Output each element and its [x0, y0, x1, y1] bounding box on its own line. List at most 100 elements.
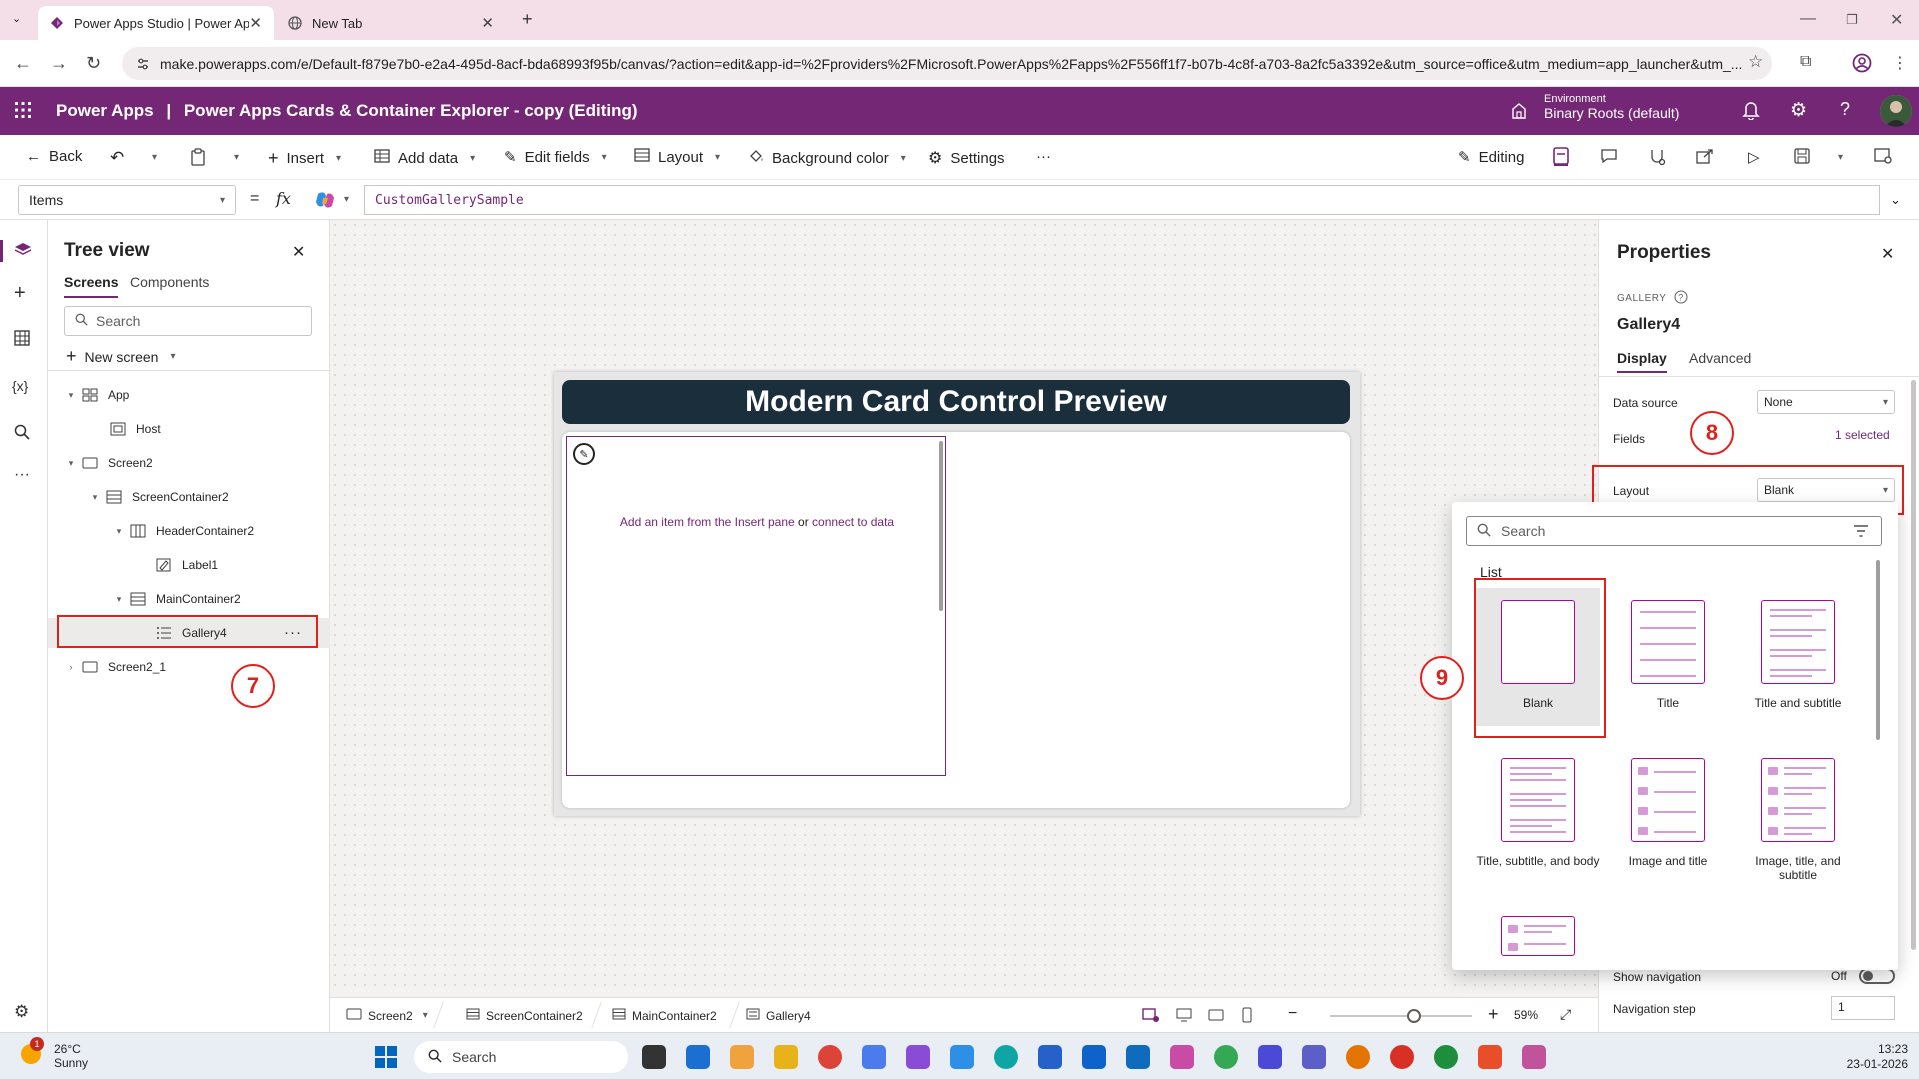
chrome-profile-icon[interactable] — [1214, 1045, 1238, 1069]
microsoft-365-icon[interactable] — [862, 1045, 886, 1069]
zoom-out-button[interactable]: − — [1288, 1005, 1297, 1023]
breadcrumb-maincontainer2[interactable]: MainContainer2 — [612, 1008, 717, 1023]
properties-scrollbar[interactable] — [1911, 380, 1916, 950]
view-mode-icon[interactable] — [1142, 1007, 1160, 1026]
share-icon[interactable] — [1696, 148, 1714, 164]
add-data-button[interactable]: Add data ▾ — [374, 148, 475, 168]
phone-preview-icon[interactable] — [1242, 1007, 1252, 1026]
environment-picker[interactable]: Environment Binary Roots (default) — [1544, 93, 1774, 121]
restore-icon[interactable]: ❐ — [1846, 12, 1858, 28]
tab-screens[interactable]: Screens — [64, 274, 119, 298]
paste-chevron-icon[interactable]: ▾ — [234, 152, 239, 163]
zoom-slider-thumb[interactable] — [1406, 1009, 1421, 1023]
save-icon[interactable] — [1794, 148, 1810, 164]
expand-chevron-icon[interactable]: ▾ — [112, 526, 126, 537]
edit-fields-button[interactable]: ✎ Edit fields ▾ — [504, 148, 607, 167]
play-preview-icon[interactable]: ▷ — [1748, 148, 1760, 166]
layout-option-image-and-title[interactable]: Image and title — [1606, 758, 1730, 868]
publish-icon[interactable] — [1874, 148, 1892, 164]
file-explorer-icon[interactable] — [774, 1045, 798, 1069]
insert-pane-link[interactable]: Add an item from the Insert pane — [620, 515, 795, 529]
close-icon[interactable]: ✕ — [292, 242, 305, 262]
settings-gear-icon[interactable]: ⚙ — [1790, 99, 1807, 122]
connect-to-data-link[interactable]: connect to data — [812, 515, 894, 529]
zoom-level[interactable]: 59% — [1514, 1008, 1538, 1022]
user-avatar[interactable] — [1880, 95, 1912, 127]
formula-input[interactable]: CustomGallerySample — [364, 185, 1880, 215]
windows-start-icon[interactable] — [374, 1045, 398, 1072]
vs-code-icon[interactable] — [950, 1045, 974, 1069]
show-navigation-toggle[interactable] — [1859, 968, 1895, 984]
design-canvas[interactable]: Modern Card Control Preview ✎ Add an ite… — [330, 220, 1598, 990]
task-view-icon[interactable] — [642, 1045, 666, 1069]
layout-search-input[interactable]: Search — [1466, 516, 1882, 546]
url-field[interactable]: make.powerapps.com/e/Default-f879e7b0-e2… — [122, 47, 1772, 80]
fields-selected-link[interactable]: 1 selected — [1835, 428, 1890, 442]
layout-option-title-subtitle-body[interactable]: Title, subtitle, and body — [1476, 758, 1600, 868]
new-screen-button[interactable]: + New screen ▾ — [66, 346, 175, 367]
expand-chevron-icon[interactable]: ▾ — [112, 594, 126, 605]
breadcrumb-screen2[interactable]: Screen2 ▾ — [346, 1008, 428, 1023]
chrome-profile-4-icon[interactable] — [1434, 1045, 1458, 1069]
extensions-icon[interactable]: ⧉ — [1800, 53, 1811, 71]
background-color-button[interactable]: Background color ▾ — [748, 148, 906, 168]
tree-node-host[interactable]: Host — [48, 414, 330, 444]
paste-button[interactable] — [190, 148, 206, 170]
layout-button[interactable]: Layout ▾ — [634, 148, 720, 166]
tree-node-headercontainer2[interactable]: ▾ HeaderContainer2 — [48, 516, 330, 546]
teams-icon[interactable] — [1302, 1045, 1326, 1069]
header-label[interactable]: Modern Card Control Preview — [562, 380, 1350, 424]
gallery-control[interactable]: ✎ Add an item from the Insert pane or co… — [566, 436, 946, 776]
tab-list-chevron-icon[interactable]: ⌄ — [12, 12, 21, 25]
breadcrumb-gallery4[interactable]: Gallery4 — [746, 1008, 811, 1023]
chrome-profile-2-icon[interactable] — [1346, 1045, 1370, 1069]
more-commands-button[interactable]: ··· — [1036, 148, 1051, 165]
chrome-icon[interactable] — [818, 1045, 842, 1069]
expand-chevron-icon[interactable]: ▾ — [64, 458, 78, 469]
help-question-icon[interactable]: ? — [1840, 99, 1850, 120]
data-table-icon[interactable] — [14, 330, 30, 351]
office-icon[interactable] — [1478, 1045, 1502, 1069]
expand-chevron-icon[interactable]: ▾ — [64, 390, 78, 401]
collapse-chevron-icon[interactable]: › — [64, 662, 78, 672]
minimize-icon[interactable]: — — [1800, 10, 1816, 28]
tab-components[interactable]: Components — [130, 274, 209, 296]
tree-node-maincontainer2[interactable]: ▾ MainContainer2 — [48, 584, 330, 614]
tab-display[interactable]: Display — [1617, 350, 1667, 373]
profile-icon[interactable] — [1852, 53, 1872, 76]
edit-gallery-pencil-icon[interactable]: ✎ — [573, 443, 595, 465]
notepad-icon[interactable] — [1258, 1045, 1282, 1069]
desktop-preview-icon[interactable] — [1176, 1008, 1192, 1025]
more-options-icon[interactable]: ··· — [14, 466, 30, 484]
fit-to-window-icon[interactable]: ⤢ — [1560, 1006, 1571, 1023]
expand-chevron-icon[interactable]: ▾ — [88, 492, 102, 503]
save-chevron-icon[interactable]: ▾ — [1838, 152, 1843, 163]
property-dropdown[interactable]: Items ▾ — [18, 185, 236, 215]
tree-node-screen2-1[interactable]: › Screen2_1 — [48, 652, 330, 682]
undo-chevron-icon[interactable]: ▾ — [152, 152, 157, 163]
copilot-icon[interactable] — [314, 190, 336, 213]
chrome-profile-3-icon[interactable] — [1390, 1045, 1414, 1069]
browser-tab-power-apps[interactable]: Power Apps Studio | Power Apps ✕ — [38, 6, 274, 40]
taskbar-search-box[interactable]: Search — [414, 1041, 628, 1073]
app-launcher-waffle-icon[interactable] — [14, 101, 32, 122]
comments-icon[interactable] — [1600, 148, 1618, 164]
zoom-in-button[interactable]: + — [1488, 1004, 1499, 1025]
browser-tab-new-tab[interactable]: New Tab ✕ — [276, 6, 506, 40]
copilot-taskbar-icon[interactable] — [1170, 1045, 1194, 1069]
edge-icon[interactable] — [994, 1045, 1018, 1069]
insert-plus-icon[interactable]: + — [14, 282, 26, 305]
navigation-step-input[interactable]: 1 — [1831, 996, 1895, 1020]
outlook-icon[interactable] — [1126, 1045, 1150, 1069]
tree-node-app[interactable]: ▾ App — [48, 380, 330, 410]
close-window-icon[interactable]: ✕ — [1890, 10, 1903, 30]
new-tab-plus-icon[interactable]: + — [522, 9, 533, 30]
tab-advanced[interactable]: Advanced — [1689, 350, 1751, 371]
weather-widget[interactable]: 1 26°C Sunny — [18, 1037, 88, 1070]
browser-back-icon[interactable]: ← — [14, 53, 32, 74]
tree-node-label1[interactable]: Label1 — [48, 550, 330, 580]
close-icon[interactable]: ✕ — [1881, 244, 1894, 264]
layout-option-title-and-subtitle[interactable]: Title and subtitle — [1736, 600, 1860, 710]
bookmark-star-icon[interactable]: ☆ — [1748, 52, 1763, 72]
close-tab-icon[interactable]: ✕ — [249, 14, 262, 32]
